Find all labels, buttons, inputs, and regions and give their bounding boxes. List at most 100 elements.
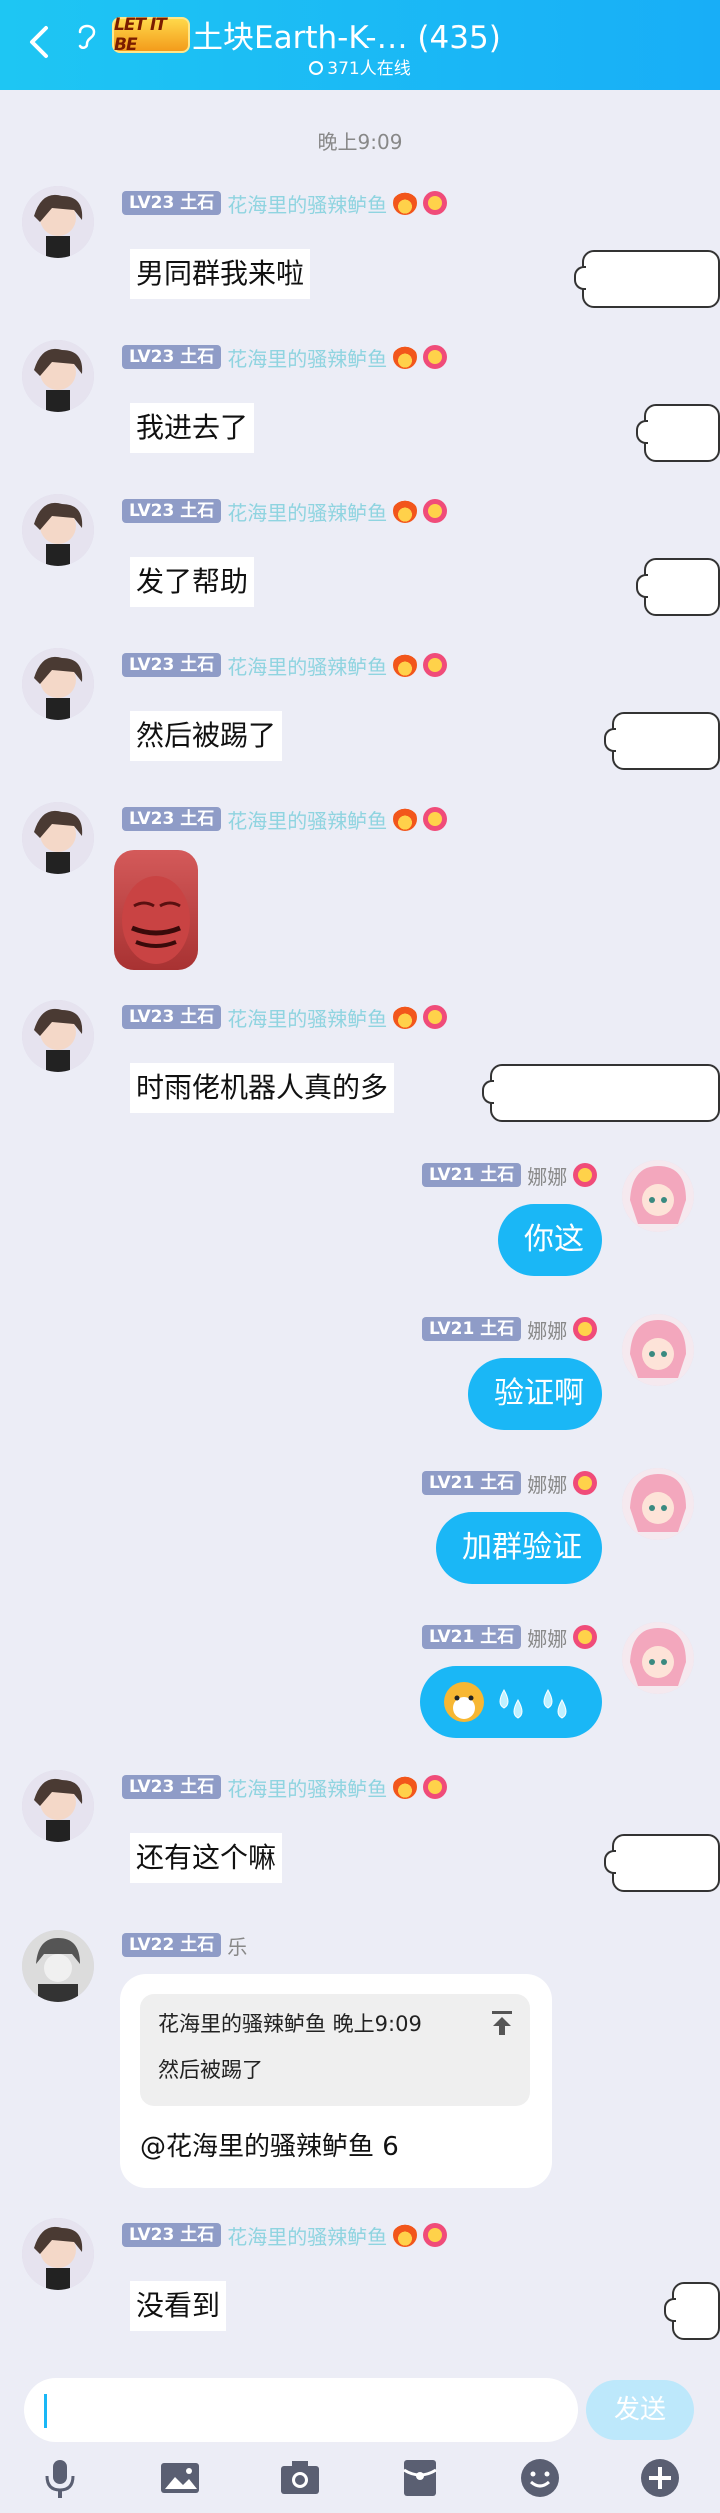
sender-name[interactable]: 花海里的骚辣鲈鱼 [227, 1003, 387, 1032]
bubble-decoration [664, 2282, 720, 2340]
avatar[interactable] [22, 648, 94, 720]
smile-badge-icon [423, 1775, 448, 1799]
sender-info: LV23 土石 花海里的骚辣鲈鱼 [122, 343, 448, 372]
sender-name[interactable]: 花海里的骚辣鲈鱼 [227, 1773, 387, 1802]
message-bubble[interactable]: 时雨佬机器人真的多 [130, 1063, 395, 1113]
avatar-image [622, 1314, 694, 1386]
message-row-self: LV21 土石 娜娜 加群验证 [0, 1468, 720, 1588]
fire-icon [393, 807, 418, 831]
message-bubble[interactable]: 发了帮助 [130, 557, 255, 607]
level-badge: LV22 土石 [122, 1933, 222, 1957]
avatar-image [622, 1160, 694, 1232]
sender-info: LV21 土石 娜娜 [422, 1315, 598, 1344]
emoji-icon[interactable] [518, 2456, 562, 2500]
level-badge: LV23 土石 [122, 2223, 222, 2247]
avatar[interactable] [22, 494, 94, 566]
bubble-decoration [636, 558, 720, 616]
message-bubble[interactable]: 我进去了 [130, 403, 255, 453]
avatar-image [22, 648, 94, 720]
avatar-image [622, 1468, 694, 1540]
avatar-image [22, 494, 94, 566]
bubble-decoration [604, 1834, 720, 1892]
avatar[interactable] [22, 1000, 94, 1072]
message-timestamp: 晚上9:09 [317, 130, 403, 154]
emoji-sequence [444, 1682, 567, 1722]
avatar-image [22, 1000, 94, 1072]
message-bubble[interactable]: 没看到 [130, 2281, 227, 2331]
avatar[interactable] [22, 1770, 94, 1842]
message-input[interactable] [24, 2378, 578, 2442]
avatar[interactable] [22, 1930, 94, 2002]
level-badge: LV23 土石 [122, 345, 222, 369]
avatar[interactable] [622, 1468, 694, 1540]
smile-badge-icon [423, 1005, 448, 1029]
message-bubble-self[interactable] [420, 1666, 602, 1738]
sender-name[interactable]: 花海里的骚辣鲈鱼 [227, 2221, 387, 2250]
camera-icon[interactable] [278, 2456, 322, 2500]
sender-info: LV21 土石 娜娜 [422, 1623, 598, 1652]
plus-icon[interactable] [638, 2456, 682, 2500]
avatar[interactable] [22, 2218, 94, 2290]
avatar[interactable] [622, 1314, 694, 1386]
avatar[interactable] [622, 1622, 694, 1694]
sender-name[interactable]: 娜娜 [527, 1469, 567, 1498]
text-caret [44, 2394, 47, 2428]
sender-name[interactable]: 娜娜 [527, 1161, 567, 1190]
message-row: LV23 土石 花海里的骚辣鲈鱼 还有这个嘛 [0, 1770, 720, 1892]
quoted-header: 花海里的骚辣鲈鱼 晚上9:09 [158, 2012, 422, 2036]
message-bubble[interactable]: 然后被踢了 [130, 711, 283, 761]
sender-name[interactable]: 娜娜 [527, 1623, 567, 1652]
message-row-self: LV21 土石 娜娜 [0, 1622, 720, 1742]
smile-badge-icon [573, 1625, 598, 1649]
sender-info: LV23 土石 花海里的骚辣鲈鱼 [122, 497, 448, 526]
message-row-self: LV21 土石 娜娜 验证啊 [0, 1314, 720, 1434]
online-count[interactable]: 371人在线 [0, 54, 720, 79]
sender-info: LV23 土石 花海里的骚辣鲈鱼 [122, 1773, 448, 1802]
message-bubble-self[interactable]: 验证啊 [468, 1358, 602, 1430]
chat-header: LET IT BE 土块Earth-K-… (435) 371人在线 [0, 0, 720, 90]
sender-name[interactable]: 花海里的骚辣鲈鱼 [227, 497, 387, 526]
avatar[interactable] [22, 186, 94, 258]
message-row: LV23 土石 花海里的骚辣鲈鱼 [0, 802, 720, 972]
quoted-message[interactable]: 花海里的骚辣鲈鱼 晚上9:09 然后被踢了 [140, 1994, 530, 2106]
sender-info: LV23 土石 花海里的骚辣鲈鱼 [122, 651, 448, 680]
sender-name[interactable]: 花海里的骚辣鲈鱼 [227, 651, 387, 680]
message-bubble[interactable]: 还有这个嘛 [130, 1833, 283, 1883]
avatar-image [22, 802, 94, 874]
level-badge: LV23 土石 [122, 1005, 222, 1029]
reply-bubble[interactable]: 花海里的骚辣鲈鱼 晚上9:09 然后被踢了 @花海里的骚辣鲈鱼 6 [120, 1974, 552, 2188]
message-bubble[interactable]: 男同群我来啦 [130, 249, 311, 299]
sticker-image[interactable] [114, 850, 198, 970]
avatar[interactable] [22, 802, 94, 874]
image-icon[interactable] [158, 2456, 202, 2500]
sender-name[interactable]: 娜娜 [527, 1315, 567, 1344]
ear-icon[interactable] [74, 20, 98, 52]
mic-icon[interactable] [38, 2456, 82, 2500]
fire-icon [393, 1005, 418, 1029]
level-badge: LV21 土石 [422, 1317, 522, 1341]
chat-title[interactable]: 土块Earth-K-… (435) [192, 12, 501, 57]
avatar-image [622, 1622, 694, 1694]
smile-badge-icon [423, 191, 448, 215]
message-row: LV23 土石 花海里的骚辣鲈鱼 时雨佬机器人真的多 [0, 1000, 720, 1122]
sender-name[interactable]: 乐 [227, 1931, 247, 1960]
message-bubble-self[interactable]: 加群验证 [436, 1512, 602, 1584]
avatar[interactable] [22, 340, 94, 412]
fire-icon [393, 499, 418, 523]
online-icon [309, 61, 324, 75]
level-badge: LV21 土石 [422, 1471, 522, 1495]
avatar[interactable] [622, 1160, 694, 1232]
jump-to-top-icon[interactable] [490, 2010, 514, 2036]
sender-info: LV22 土石乐 [122, 1931, 247, 1960]
smile-badge-icon [573, 1471, 598, 1495]
red-packet-icon[interactable] [398, 2456, 442, 2500]
smile-badge-icon [423, 807, 448, 831]
level-badge: LV23 土石 [122, 1775, 222, 1799]
sender-name[interactable]: 花海里的骚辣鲈鱼 [227, 189, 387, 218]
send-button[interactable]: 发送 [586, 2380, 694, 2440]
sender-info: LV23 土石 花海里的骚辣鲈鱼 [122, 189, 448, 218]
sender-name[interactable]: 花海里的骚辣鲈鱼 [227, 805, 387, 834]
message-row: LV23 土石 花海里的骚辣鲈鱼 没看到 [0, 2218, 720, 2340]
message-bubble-self[interactable]: 你这 [498, 1204, 602, 1276]
sender-name[interactable]: 花海里的骚辣鲈鱼 [227, 343, 387, 372]
